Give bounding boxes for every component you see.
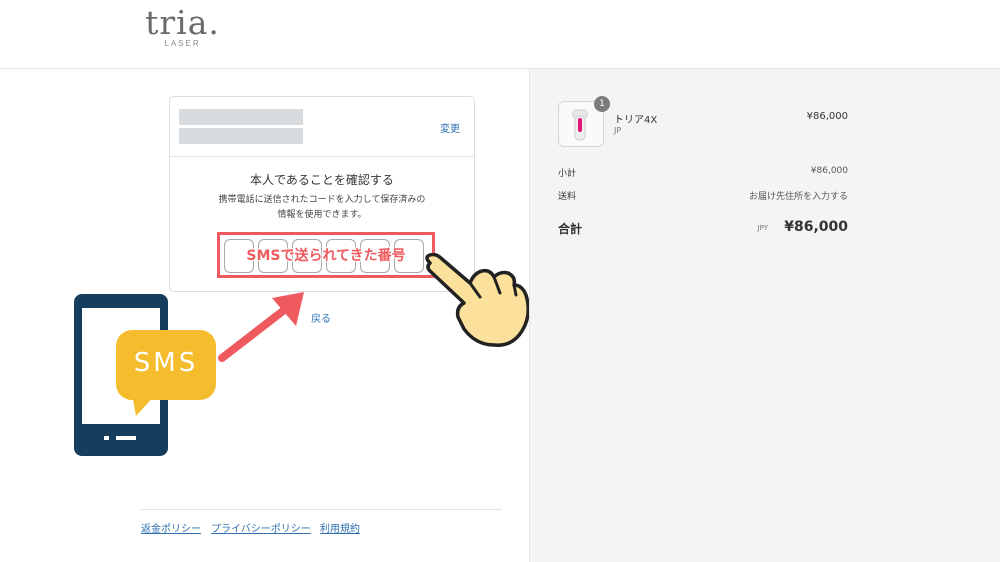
arrow-icon xyxy=(218,292,304,362)
total-label: 合計 xyxy=(558,222,583,236)
footer-divider xyxy=(141,509,502,510)
sms-bubble-label: SMS xyxy=(133,348,199,378)
verify-description: 携帯電話に送信されたコードを入力して保存済みの 情報を使用できます。 xyxy=(190,193,454,223)
masked-account-line-2 xyxy=(179,128,303,144)
code-highlight-frame: SMSで送られてきた番号 xyxy=(217,232,435,278)
verify-title: 本人であることを確認する xyxy=(250,173,394,187)
quantity-badge: 1 xyxy=(594,96,610,112)
refund-policy-link[interactable]: 返金ポリシー xyxy=(141,520,201,535)
verify-description-line-2: 情報を使用できます。 xyxy=(277,210,367,220)
change-link[interactable]: 変更 xyxy=(440,120,460,135)
order-summary: 1 トリア4X JP ¥86,000 小計 ¥86,000 送料 お届け先住所を… xyxy=(529,69,1000,562)
code-caption: SMSで送られてきた番号 xyxy=(246,248,406,264)
subtotal-value: ¥86,000 xyxy=(810,166,848,176)
product-price: ¥86,000 xyxy=(806,111,848,122)
shipping-label: 送料 xyxy=(558,192,577,202)
subtotal-label: 小計 xyxy=(558,169,577,179)
product-variant: JP xyxy=(614,126,622,135)
product-name: トリア4X xyxy=(614,115,658,126)
logo-wordmark: tria. xyxy=(145,3,220,42)
verify-description-line-1: 携帯電話に送信されたコードを入力して保存済みの xyxy=(218,195,426,205)
masked-account-line-1 xyxy=(179,109,303,125)
terms-of-service-link[interactable]: 利用規約 xyxy=(320,520,360,535)
site-header: tria. LASER xyxy=(0,0,1000,69)
total-value: ¥86,000 xyxy=(784,219,848,235)
shipping-value: お届け先住所を入力する xyxy=(748,192,848,202)
back-link[interactable]: 戻る xyxy=(311,310,331,325)
brand-logo[interactable]: tria. LASER xyxy=(145,3,220,49)
card-divider xyxy=(170,156,474,157)
privacy-policy-link[interactable]: プライバシーポリシー xyxy=(211,520,311,535)
total-currency: JPY xyxy=(757,224,768,232)
pointing-hand-icon xyxy=(425,253,530,347)
